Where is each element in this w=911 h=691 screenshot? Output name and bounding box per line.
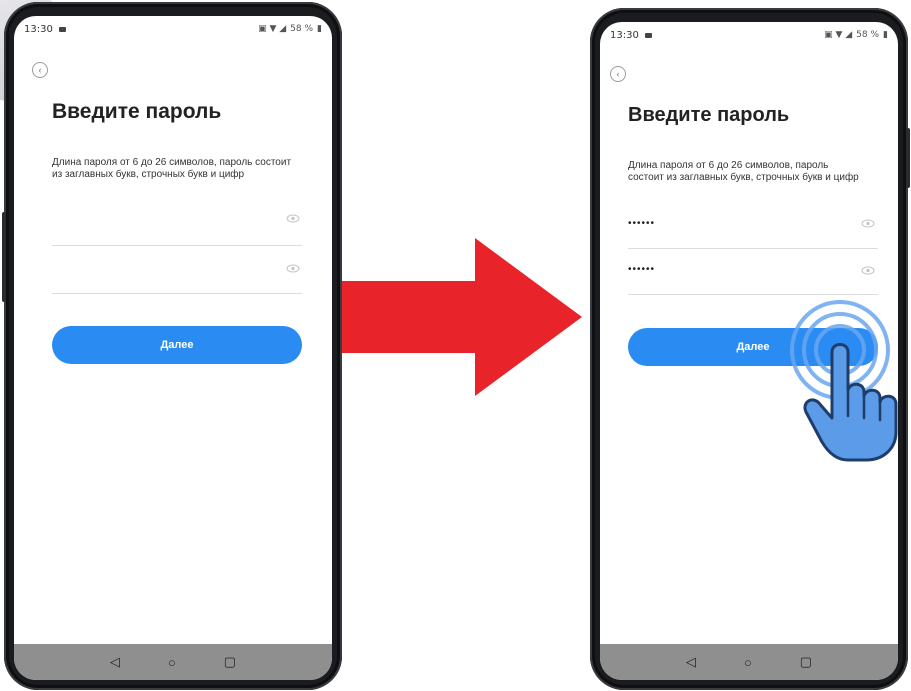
confirm-password-underline [52, 293, 302, 294]
password-hint: Длина пароля от 6 до 26 символов, пароль… [52, 157, 292, 180]
password-value: •••••• [628, 218, 656, 229]
back-arrow-icon: ‹ [38, 64, 42, 75]
nav-back-icon[interactable]: ◁ [686, 654, 696, 670]
eye-icon[interactable] [286, 264, 300, 273]
confirm-password-value: •••••• [628, 264, 656, 275]
side-button [906, 128, 910, 188]
navigation-bar: ◁ ○ ▢ [14, 644, 332, 680]
navigation-bar: ◁ ○ ▢ [600, 644, 898, 680]
nav-recents-icon[interactable]: ▢ [800, 654, 812, 670]
status-time: 13:30 [24, 23, 53, 35]
back-button[interactable]: ‹ [610, 66, 626, 82]
back-arrow-icon: ‹ [616, 68, 620, 79]
nav-recents-icon[interactable]: ▢ [224, 654, 236, 670]
battery-percent: 58 % [290, 24, 314, 34]
password-hint: Длина пароля от 6 до 26 символов, пароль… [628, 160, 859, 183]
tap-hand-icon [790, 300, 898, 462]
nav-home-icon[interactable]: ○ [168, 655, 176, 670]
side-button [2, 212, 6, 302]
password-underline [52, 245, 302, 246]
confirm-password-field[interactable] [52, 256, 302, 292]
status-bar: 13:30 ▣ ▼ ◢ 58 % ▮ [14, 16, 332, 42]
status-bar: 13:30 ▣ ▼ ◢ 58 % ▮ [600, 22, 898, 48]
page-title: Введите пароль [52, 100, 222, 123]
signal-icon: ▣ ▼ ◢ [258, 24, 287, 34]
password-underline [628, 248, 878, 249]
status-time: 13:30 [610, 29, 639, 41]
red-arrow-icon [342, 238, 582, 396]
phone-left: 13:30 ▣ ▼ ◢ 58 % ▮ ‹ Введите пароль Длин… [2, 2, 342, 690]
camera-icon [58, 26, 66, 32]
signal-icon: ▣ ▼ ◢ [824, 30, 853, 40]
back-button[interactable]: ‹ [32, 62, 48, 78]
eye-icon[interactable] [861, 219, 875, 228]
battery-percent: 58 % [856, 30, 880, 40]
battery-icon: ▮ [883, 30, 888, 40]
next-button[interactable]: Далее [52, 326, 302, 364]
battery-icon: ▮ [317, 24, 322, 34]
eye-icon[interactable] [286, 214, 300, 223]
password-field[interactable]: •••••• [628, 214, 878, 248]
nav-home-icon[interactable]: ○ [744, 655, 752, 670]
password-field[interactable] [52, 209, 302, 245]
page-title: Введите пароль [628, 104, 790, 126]
screen-left: 13:30 ▣ ▼ ◢ 58 % ▮ ‹ Введите пароль Длин… [14, 16, 332, 680]
eye-icon[interactable] [861, 266, 875, 275]
nav-back-icon[interactable]: ◁ [110, 654, 120, 670]
confirm-password-field[interactable]: •••••• [628, 260, 878, 294]
camera-icon [644, 32, 652, 38]
